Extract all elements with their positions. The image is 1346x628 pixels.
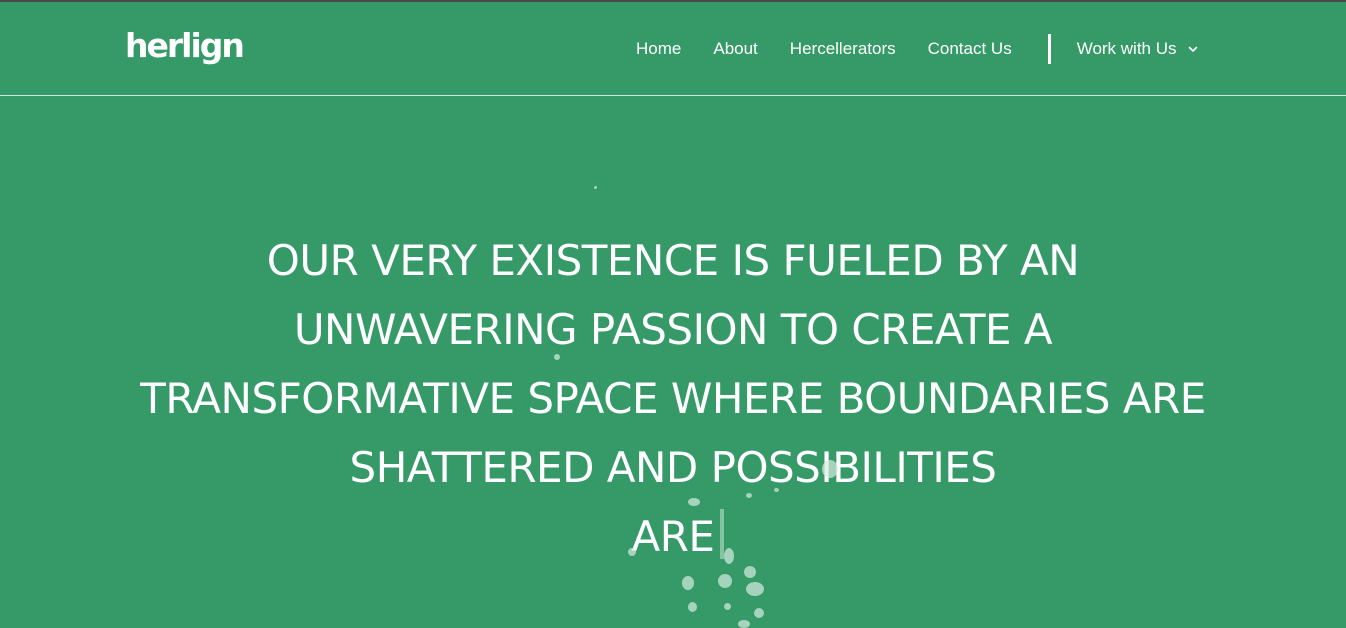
brand-logo[interactable]: herlign	[125, 26, 245, 66]
nav-contact-us[interactable]: Contact Us	[928, 36, 1012, 62]
hero-line: ARE	[631, 512, 715, 561]
site-header: herlign Home About Hercellerators Contac…	[0, 2, 1346, 96]
typing-cursor	[720, 509, 724, 559]
nav-work-with-us-label: Work with Us	[1076, 39, 1177, 58]
nav-work-with-us-dropdown[interactable]: Work with Us	[1077, 39, 1199, 59]
bubble-decoration	[738, 620, 750, 628]
chevron-down-icon	[1188, 46, 1197, 52]
bubble-decoration	[682, 576, 694, 590]
bubble-decoration	[594, 186, 597, 189]
bubble-decoration	[718, 574, 732, 588]
hero-line: UNWAVERING PASSION TO CREATE A	[293, 305, 1053, 354]
nav-about[interactable]: About	[713, 36, 757, 62]
hero-line: TRANSFORMATIVE SPACE WHERE BOUNDARIES AR…	[140, 374, 1206, 423]
hero-line: SHATTERED AND POSSIBILITIES	[349, 443, 997, 492]
main-nav: Home About Hercellerators Contact Us Wor…	[620, 34, 1199, 64]
bubble-decoration	[746, 582, 764, 596]
nav-divider	[1047, 34, 1051, 64]
bubble-decoration	[754, 608, 764, 618]
nav-home[interactable]: Home	[636, 36, 681, 62]
hero-statement: OUR VERY EXISTENCE IS FUELED BY AN UNWAV…	[100, 226, 1246, 571]
bubble-decoration	[724, 603, 731, 610]
nav-hercellerators[interactable]: Hercellerators	[790, 36, 896, 62]
hero-line: OUR VERY EXISTENCE IS FUELED BY AN	[266, 236, 1080, 285]
bubble-decoration	[688, 602, 697, 612]
